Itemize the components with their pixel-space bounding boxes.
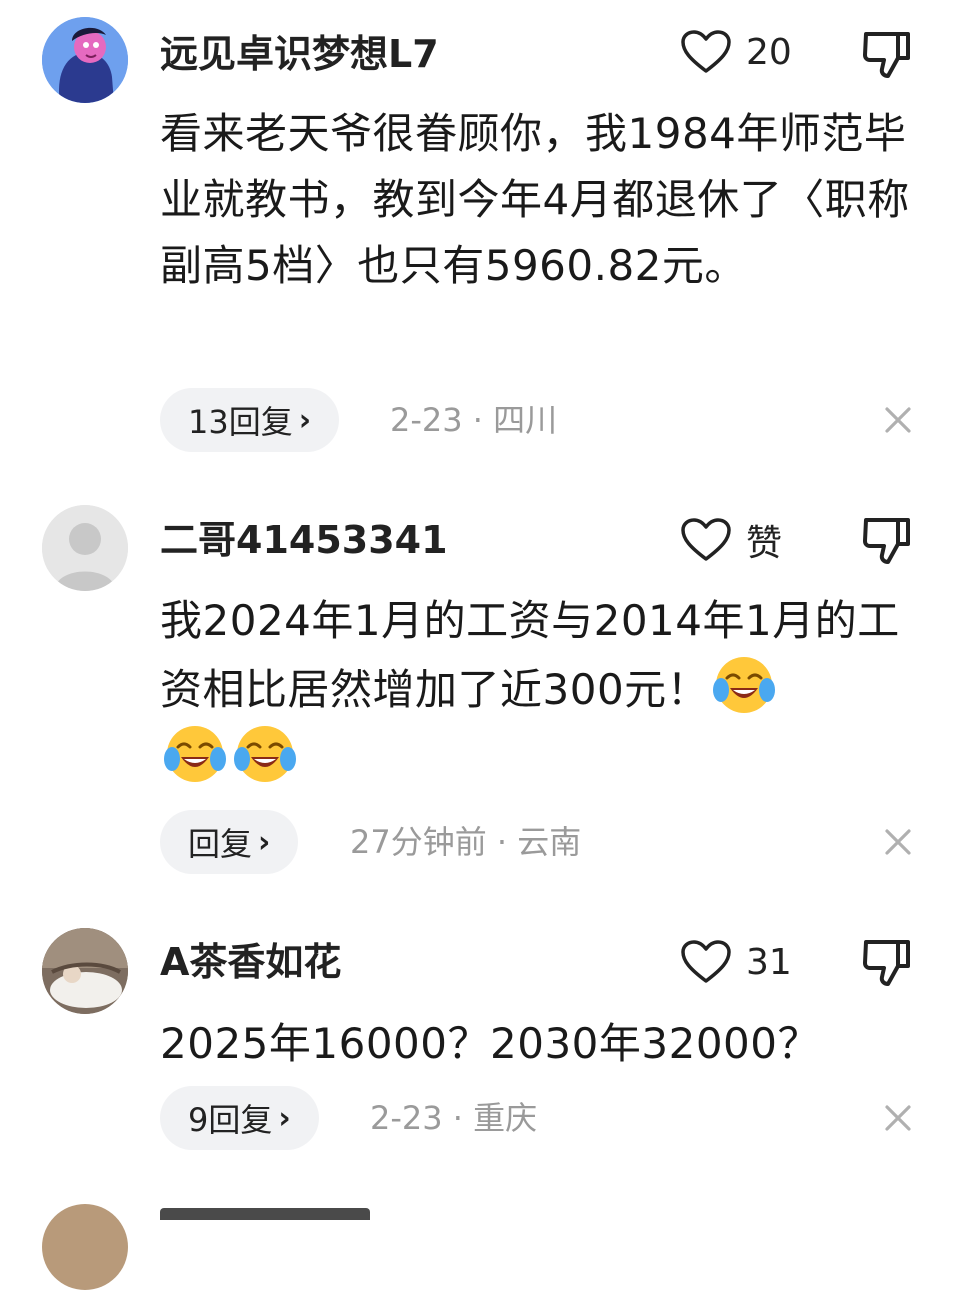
- photo-avatar: [42, 928, 128, 1014]
- laugh-cry-emoji: [234, 723, 296, 785]
- username[interactable]: 远见卓识梦想L7: [160, 30, 439, 78]
- like-button[interactable]: 赞: [680, 512, 782, 568]
- comment-meta: 27分钟前 · 云南: [350, 823, 582, 861]
- like-count: 20: [746, 31, 792, 73]
- comment-meta: 2-23 · 四川: [390, 401, 558, 439]
- close-icon[interactable]: [878, 822, 918, 862]
- dislike-button[interactable]: [858, 934, 916, 992]
- comment-meta: 2-23 · 重庆: [370, 1099, 538, 1137]
- default-avatar-icon: [42, 505, 128, 591]
- reply-label: 13回复: [188, 403, 293, 441]
- comment-text-body: 我2024年1月的工资与2014年1月的工资相比居然增加了近300元！: [160, 596, 900, 714]
- avatar[interactable]: [42, 17, 128, 103]
- like-button[interactable]: 31: [680, 934, 792, 990]
- close-icon-glyph: [878, 400, 918, 440]
- chevron-right-icon: ›: [298, 402, 312, 438]
- laugh-cry-emoji: [713, 654, 775, 716]
- close-icon-glyph: [878, 822, 918, 862]
- like-button[interactable]: 20: [680, 24, 792, 80]
- chevron-right-icon: ›: [258, 824, 271, 860]
- dislike-button[interactable]: [858, 512, 916, 570]
- heart-outline-icon: [680, 517, 732, 563]
- reply-button[interactable]: 9回复 ›: [160, 1086, 319, 1150]
- dislike-button[interactable]: [858, 26, 916, 84]
- comment-text: 我2024年1月的工资与2014年1月的工资相比居然增加了近300元！: [160, 588, 920, 792]
- like-count: 31: [746, 941, 792, 983]
- avatar[interactable]: [42, 1204, 128, 1290]
- username[interactable]: A茶香如花: [160, 938, 341, 986]
- chevron-right-icon: ›: [278, 1100, 291, 1136]
- next-comment-username-partial: [160, 1208, 370, 1220]
- avatar[interactable]: [42, 505, 128, 591]
- reply-button[interactable]: 13回复 ›: [160, 388, 340, 452]
- avatar[interactable]: [42, 928, 128, 1014]
- close-icon-glyph: [878, 1098, 918, 1138]
- avatar-illustration: [42, 17, 128, 103]
- comment-text: 看来老天爷很眷顾你，我1984年师范毕业就教书，教到今年4月都退休了〈职称副高5…: [160, 109, 910, 290]
- heart-outline-icon: [680, 29, 732, 75]
- like-count: 赞: [746, 523, 783, 564]
- thumbs-down-icon: [858, 934, 916, 992]
- close-icon[interactable]: [878, 400, 918, 440]
- username[interactable]: 二哥41453341: [160, 516, 448, 564]
- heart-outline-icon: [680, 939, 732, 985]
- reply-button[interactable]: 回复 ›: [160, 810, 299, 874]
- close-icon[interactable]: [878, 1098, 918, 1138]
- reply-label: 9回复: [188, 1101, 273, 1139]
- reply-label: 回复: [188, 825, 253, 863]
- laugh-cry-emoji: [164, 723, 226, 785]
- comment-text: 2025年16000？2030年32000？: [160, 1019, 820, 1068]
- thumbs-down-icon: [858, 26, 916, 84]
- thumbs-down-icon: [858, 512, 916, 570]
